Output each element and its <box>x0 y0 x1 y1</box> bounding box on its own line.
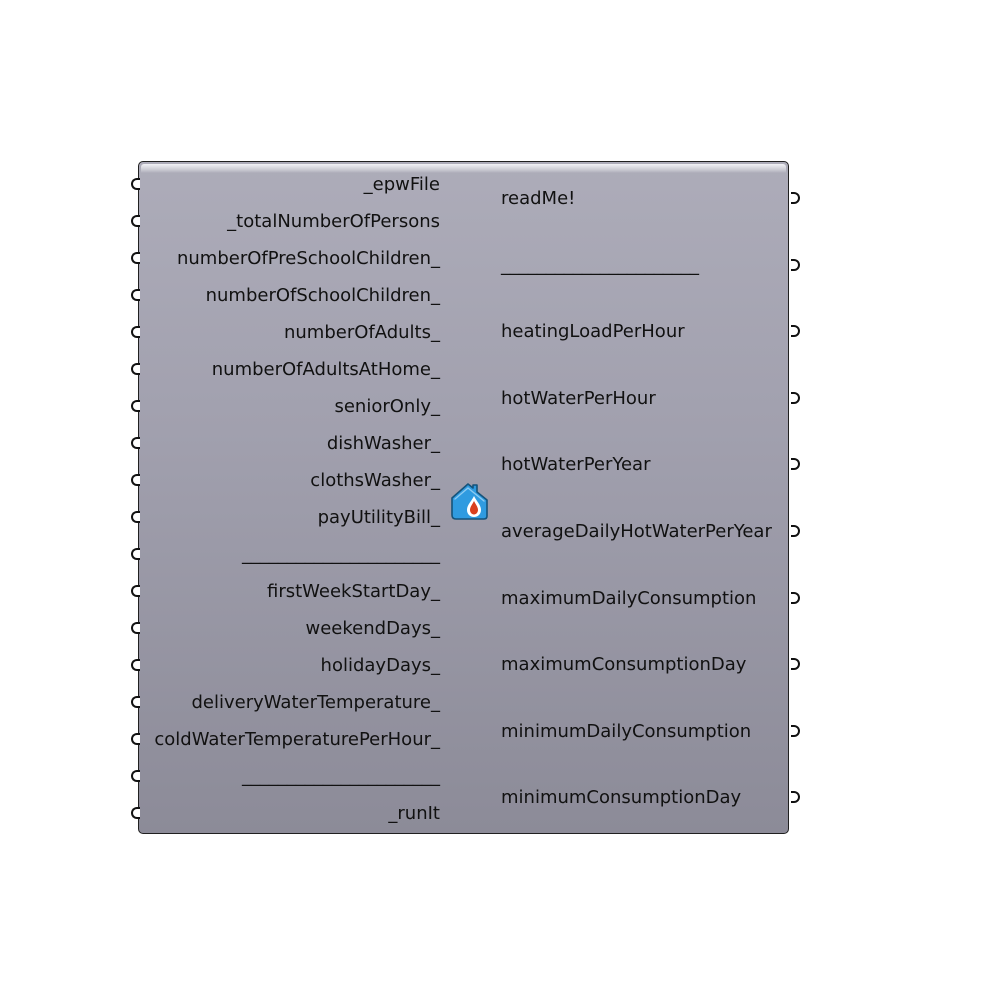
input-param-dish-washer[interactable]: dishWasher_ <box>131 432 440 456</box>
output-grip[interactable] <box>791 458 800 470</box>
output-param-label: hotWaterPerYear <box>501 454 651 475</box>
input-param-separator[interactable]: ______________________ <box>131 765 440 789</box>
input-param-label: payUtilityBill_ <box>317 507 440 528</box>
output-param-label: maximumConsumptionDay <box>501 654 747 675</box>
output-param-minimum-consumption-day[interactable]: minimumConsumptionDay <box>501 786 800 810</box>
output-grip[interactable] <box>791 192 800 204</box>
input-param-first-week-start-day[interactable]: firstWeekStartDay_ <box>131 580 440 604</box>
input-param-school-children[interactable]: numberOfSchoolChildren_ <box>131 284 440 308</box>
output-param-label: heatingLoadPerHour <box>501 321 685 342</box>
input-grip[interactable] <box>131 289 140 301</box>
input-param-label: numberOfAdults_ <box>283 322 440 343</box>
input-param-holiday-days[interactable]: holidayDays_ <box>131 654 440 678</box>
input-grip[interactable] <box>131 474 140 486</box>
input-grip[interactable] <box>131 807 140 819</box>
output-grip[interactable] <box>791 525 800 537</box>
output-grip[interactable] <box>791 791 800 803</box>
input-param-epw-file[interactable]: _epwFile <box>131 173 440 197</box>
input-grip[interactable] <box>131 363 140 375</box>
input-param-number-of-adults[interactable]: numberOfAdults_ <box>131 321 440 345</box>
output-param-label: hotWaterPerHour <box>501 388 656 409</box>
output-param-label: minimumConsumptionDay <box>501 787 742 808</box>
output-param-hot-water-per-hour[interactable]: hotWaterPerHour <box>501 387 800 411</box>
input-grip[interactable] <box>131 622 140 634</box>
input-param-senior-only[interactable]: seniorOnly_ <box>131 395 440 419</box>
input-grip[interactable] <box>131 548 140 560</box>
input-param-label: clothsWasher_ <box>310 470 440 491</box>
output-param-hot-water-per-year[interactable]: hotWaterPerYear <box>501 453 800 477</box>
output-grip[interactable] <box>791 259 800 271</box>
input-grip[interactable] <box>131 437 140 449</box>
input-grip[interactable] <box>131 326 140 338</box>
input-param-total-number-of-persons[interactable]: _totalNumberOfPersons <box>131 210 440 234</box>
input-param-label: firstWeekStartDay_ <box>266 581 440 602</box>
output-param-maximum-consumption-day[interactable]: maximumConsumptionDay <box>501 653 800 677</box>
output-grip[interactable] <box>791 658 800 670</box>
output-param-minimum-daily-consumption[interactable]: minimumDailyConsumption <box>501 720 800 744</box>
input-param-label: seniorOnly_ <box>334 396 440 417</box>
input-param-label: ______________________ <box>242 766 440 787</box>
input-param-label: ______________________ <box>242 544 440 565</box>
input-param-label: _runIt <box>388 803 440 824</box>
input-grip[interactable] <box>131 659 140 671</box>
output-grip[interactable] <box>791 592 800 604</box>
input-param-label: holidayDays_ <box>320 655 440 676</box>
output-grip[interactable] <box>791 392 800 404</box>
input-param-delivery-water-temperature[interactable]: deliveryWaterTemperature_ <box>131 691 440 715</box>
input-grip[interactable] <box>131 400 140 412</box>
output-param-separator[interactable]: ______________________ <box>501 254 800 278</box>
input-param-label: coldWaterTemperaturePerHour_ <box>154 729 440 750</box>
output-param-maximum-daily-consumption[interactable]: maximumDailyConsumption <box>501 587 800 611</box>
input-param-run-it[interactable]: _runIt <box>131 802 440 826</box>
input-param-pay-utility-bill[interactable]: payUtilityBill_ <box>131 506 440 530</box>
input-param-label: _totalNumberOfPersons <box>227 211 440 232</box>
input-grip[interactable] <box>131 178 140 190</box>
input-param-label: numberOfAdultsAtHome_ <box>211 359 440 380</box>
input-param-weekend-days[interactable]: weekendDays_ <box>131 617 440 641</box>
output-param-label: averageDailyHotWaterPerYear <box>501 521 772 542</box>
output-param-average-daily-hot-water[interactable]: averageDailyHotWaterPerYear <box>501 520 800 544</box>
input-param-label: weekendDays_ <box>305 618 440 639</box>
input-param-preschool-children[interactable]: numberOfPreSchoolChildren_ <box>131 247 440 271</box>
input-grip[interactable] <box>131 215 140 227</box>
input-param-adults-at-home[interactable]: numberOfAdultsAtHome_ <box>131 358 440 382</box>
output-param-label: readMe! <box>501 188 576 209</box>
output-grip[interactable] <box>791 725 800 737</box>
input-grip[interactable] <box>131 733 140 745</box>
input-param-cloths-washer[interactable]: clothsWasher_ <box>131 469 440 493</box>
input-param-label: numberOfPreSchoolChildren_ <box>176 248 440 269</box>
house-water-drop-icon <box>449 480 491 522</box>
grasshopper-component[interactable]: _epwFile _totalNumberOfPersons numberOfP… <box>131 161 800 834</box>
input-param-label: _epwFile <box>363 174 440 195</box>
input-grip[interactable] <box>131 252 140 264</box>
input-grip[interactable] <box>131 770 140 782</box>
output-param-heating-load-per-hour[interactable]: heatingLoadPerHour <box>501 320 800 344</box>
house-water-drop-icon-graphic <box>451 483 488 520</box>
input-grip[interactable] <box>131 511 140 523</box>
input-param-label: numberOfSchoolChildren_ <box>205 285 440 306</box>
input-param-label: dishWasher_ <box>326 433 440 454</box>
input-grip[interactable] <box>131 585 140 597</box>
output-param-label: maximumDailyConsumption <box>501 588 757 609</box>
output-param-label: minimumDailyConsumption <box>501 721 752 742</box>
input-grip[interactable] <box>131 696 140 708</box>
input-param-separator[interactable]: ______________________ <box>131 543 440 567</box>
output-param-readme[interactable]: readMe! <box>501 187 800 211</box>
output-param-label: ______________________ <box>501 255 699 276</box>
input-param-label: deliveryWaterTemperature_ <box>191 692 440 713</box>
output-grip[interactable] <box>791 325 800 337</box>
input-param-cold-water-temperature[interactable]: coldWaterTemperaturePerHour_ <box>131 728 440 752</box>
